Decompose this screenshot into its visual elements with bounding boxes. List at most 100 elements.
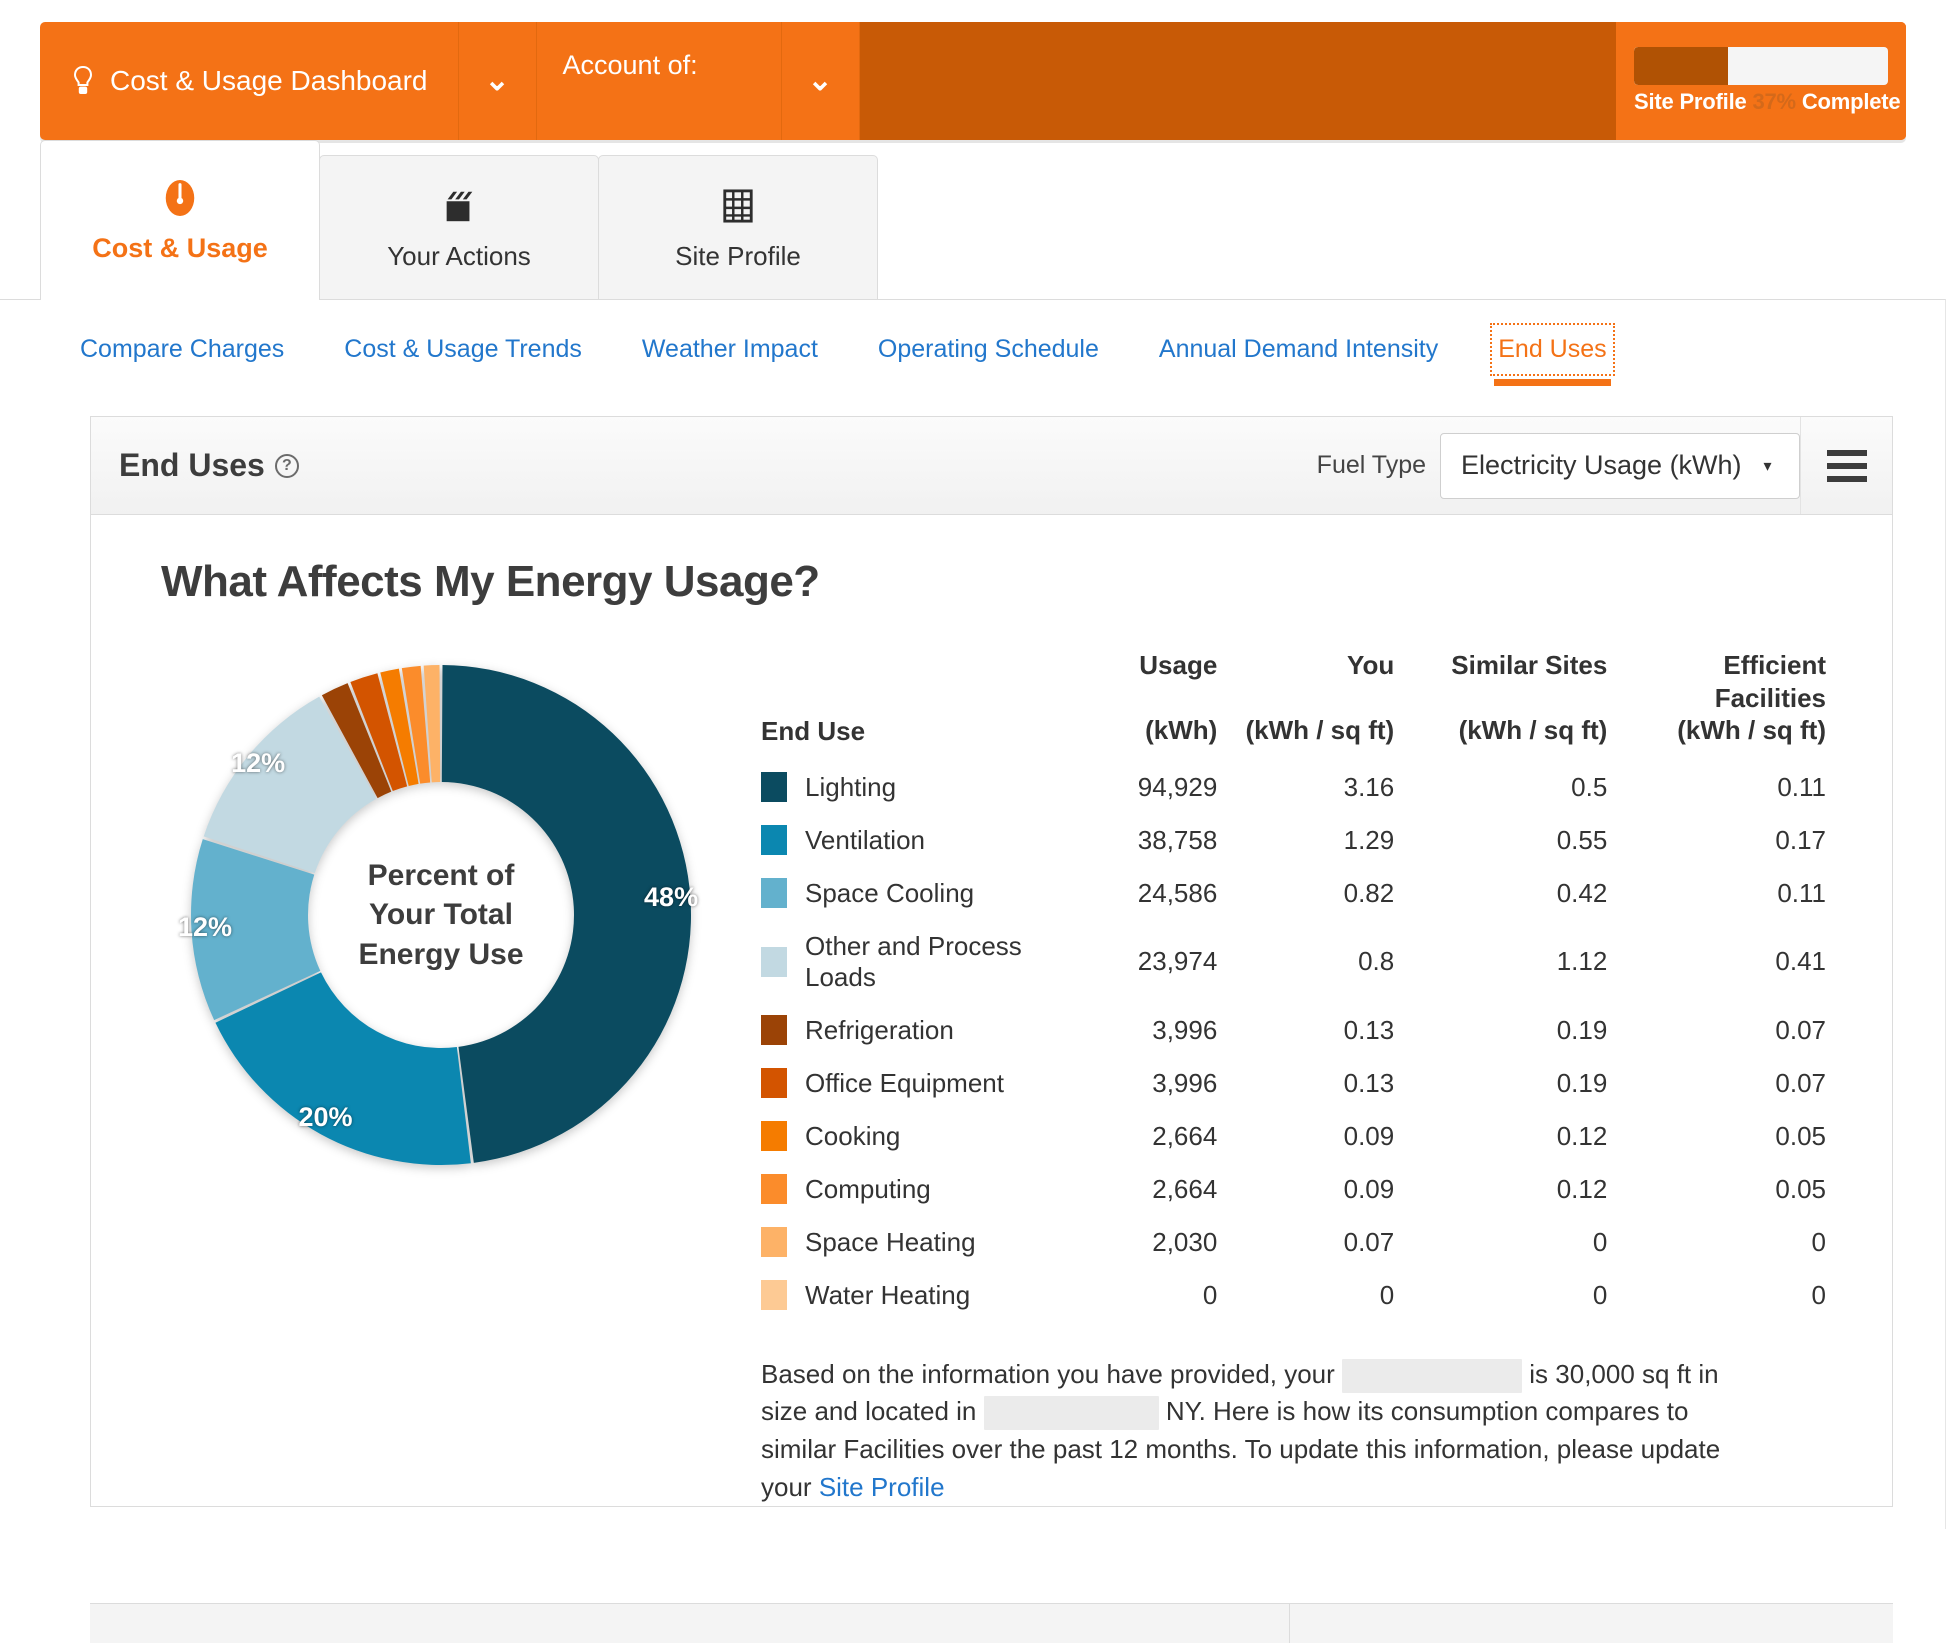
footnote: Based on the information you have provid… — [761, 1322, 1826, 1507]
footnote-part-1: Based on the information you have provid… — [761, 1358, 1335, 1389]
tab-site-profile[interactable]: Site Profile — [598, 155, 878, 300]
end-use-label: Water Heating — [805, 1279, 971, 1310]
end-use-table: End Use Usage (kWh) You (kWh / sq ft) Si… — [761, 649, 1826, 1322]
site-profile-progress[interactable]: Site Profile 37% Complete — [1616, 22, 1906, 140]
legend-swatch-icon — [761, 1015, 787, 1045]
table-row: Other and Process Loads 23,974 0.8 1.12 0.41 — [761, 920, 1826, 1004]
building-grid-icon — [721, 185, 755, 227]
table-row: Space Cooling 24,586 0.82 0.42 0.11 — [761, 867, 1826, 920]
cell-usage: 2,664 — [1152, 1173, 1218, 1204]
cell-you: 0.09 — [1343, 1173, 1395, 1204]
cell-usage: 3,996 — [1152, 1014, 1218, 1045]
question-mark-icon[interactable]: ? — [274, 453, 299, 478]
progress-track — [1634, 47, 1888, 85]
site-profile-link[interactable]: Site Profile — [819, 1472, 945, 1502]
column-header-end-use: End Use — [761, 715, 866, 746]
main-tab-bar: Cost & Usage Your Actions Site Profile — [0, 140, 1946, 300]
cell-similar-sites: 1.12 — [1556, 946, 1608, 976]
cell-you: 0.82 — [1343, 877, 1395, 908]
end-use-label: Space Heating — [805, 1226, 976, 1257]
dashboard-selector[interactable]: Cost & Usage Dashboard — [40, 22, 459, 140]
account-label: Account of: — [562, 50, 698, 80]
cell-usage: 0 — [1202, 1279, 1218, 1310]
cell-usage: 3,996 — [1152, 1067, 1218, 1098]
lightbulb-icon — [72, 65, 94, 96]
tab-your-actions[interactable]: Your Actions — [319, 155, 599, 300]
end-use-label: Other and Process Loads — [805, 930, 1022, 992]
page-title: What Affects My Energy Usage? — [161, 557, 820, 606]
donut-slice[interactable] — [441, 665, 692, 1163]
cell-efficient-facilities: 0.05 — [1775, 1173, 1826, 1204]
cell-similar-sites: 0.19 — [1556, 1014, 1608, 1045]
cell-end-use: Space Cooling — [761, 867, 1060, 920]
column-header-usage-unit: (kWh) — [1145, 715, 1218, 745]
subnav-item-cost-and-usage-trends[interactable]: Cost & Usage Trends — [342, 329, 584, 370]
cell-usage: 2,664 — [1152, 1120, 1218, 1151]
dashboard-label: Cost & Usage Dashboard — [110, 65, 428, 96]
top-bar: Cost & Usage Dashboard ⌄ Account of: ⌄ S… — [40, 22, 1906, 140]
end-use-label: Computing — [805, 1173, 931, 1204]
cell-efficient-facilities: 0 — [1811, 1279, 1826, 1310]
tab-label: Your Actions — [387, 240, 531, 271]
card-body: What Affects My Energy Usage? Percent of… — [91, 515, 1892, 1506]
cell-similar-sites: 0.12 — [1556, 1173, 1608, 1204]
subnav-item-end-uses[interactable]: End Uses — [1490, 322, 1615, 386]
cell-usage: 24,586 — [1137, 877, 1218, 908]
chevron-down-icon: ⌄ — [807, 64, 833, 97]
cell-you: 3.16 — [1343, 771, 1395, 802]
end-use-label: Refrigeration — [805, 1014, 954, 1045]
table-row: Space Heating 2,030 0.07 0 0 — [761, 1216, 1826, 1269]
chart-and-table-row: Percent of Your Total Energy Use 48% 20% 1… — [121, 617, 1862, 1506]
cell-efficient-facilities: 0.17 — [1775, 824, 1826, 855]
column-header-efficient-top: Efficient — [1723, 650, 1826, 680]
hamburger-menu-icon[interactable] — [1800, 417, 1892, 514]
subnav-item-operating-schedule[interactable]: Operating Schedule — [876, 329, 1101, 370]
cell-usage: 2,030 — [1152, 1226, 1218, 1257]
dashboard-dropdown-toggle[interactable]: ⌄ — [459, 22, 537, 140]
cell-similar-sites: 0.19 — [1556, 1067, 1608, 1098]
table-row: Office Equipment 3,996 0.13 0.19 0.07 — [761, 1057, 1826, 1110]
cell-end-use: Water Heating — [761, 1269, 1060, 1322]
subnav-item-weather-impact[interactable]: Weather Impact — [640, 329, 820, 370]
cell-efficient-facilities: 0.11 — [1777, 877, 1826, 908]
cell-end-use: Cooking — [761, 1110, 1060, 1163]
cell-you: 1.29 — [1343, 824, 1395, 855]
progress-percent: 37% — [1752, 89, 1796, 114]
progress-fill — [1634, 47, 1728, 85]
donut-chart-svg — [190, 665, 692, 1165]
table-row: Water Heating 0 0 0 0 — [761, 1269, 1826, 1322]
cell-usage: 23,974 — [1137, 946, 1218, 976]
end-use-label: Lighting — [805, 771, 897, 802]
column-header-similar-top: Similar Sites — [1451, 650, 1608, 680]
cell-usage: 94,929 — [1137, 771, 1218, 802]
subnav-item-annual-demand-intensity[interactable]: Annual Demand Intensity — [1157, 329, 1440, 370]
legend-swatch-icon — [761, 1227, 787, 1257]
cell-you: 0.09 — [1343, 1120, 1395, 1151]
table-row: Computing 2,664 0.09 0.12 0.05 — [761, 1163, 1826, 1216]
table-row: Cooking 2,664 0.09 0.12 0.05 — [761, 1110, 1826, 1163]
table-body: Lighting 94,929 3.16 0.5 0.11 Ventilation 38,7… — [761, 761, 1826, 1322]
table-row: Ventilation 38,758 1.29 0.55 0.17 — [761, 814, 1826, 867]
chevron-down-icon: ▾ — [1763, 457, 1772, 475]
end-use-label: Ventilation — [805, 824, 925, 855]
account-selector[interactable]: Account of: — [537, 22, 782, 140]
account-dropdown-toggle[interactable]: ⌄ — [782, 22, 860, 140]
card-title: End Uses ? — [119, 447, 299, 484]
cell-similar-sites: 0.5 — [1571, 771, 1608, 802]
clapperboard-icon — [438, 185, 480, 227]
card-header: End Uses ? Fuel Type Electricity Usage (… — [91, 417, 1892, 515]
legend-swatch-icon — [761, 946, 787, 977]
subnav-item-compare-charges[interactable]: Compare Charges — [78, 329, 286, 370]
column-header-usage-top: Usage — [1139, 650, 1218, 680]
end-uses-card: End Uses ? Fuel Type Electricity Usage (… — [90, 416, 1893, 1508]
tab-label: Site Profile — [675, 240, 801, 271]
tab-cost-and-usage[interactable]: Cost & Usage — [40, 140, 320, 300]
fuel-type-label: Fuel Type — [1316, 451, 1426, 479]
cell-end-use: Refrigeration — [761, 1004, 1060, 1057]
legend-swatch-icon — [761, 772, 787, 802]
fuel-type-select[interactable]: Electricity Usage (kWh) ▾ — [1440, 432, 1800, 499]
cell-end-use: Lighting — [761, 761, 1060, 814]
cell-you: 0 — [1379, 1279, 1395, 1310]
top-bar-container: Cost & Usage Dashboard ⌄ Account of: ⌄ S… — [0, 0, 1946, 140]
card-header-controls: Fuel Type Electricity Usage (kWh) ▾ — [1317, 417, 1892, 514]
